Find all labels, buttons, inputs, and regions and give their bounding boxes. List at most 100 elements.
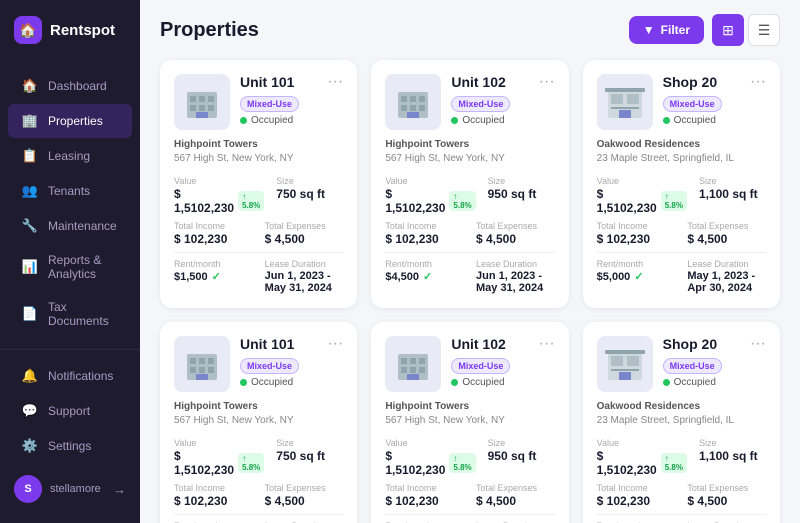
grid-view-button[interactable]: ⊞ (712, 14, 744, 46)
prop-name-row: Shop 20 Mixed-Use (663, 336, 740, 374)
card-more-button[interactable]: ··· (327, 336, 343, 352)
support-icon: 💬 (22, 403, 38, 419)
expenses-value: $ 4,500 (476, 494, 555, 508)
value-badge: ↑ 5.8% (238, 191, 264, 211)
size-value: 1,100 sq ft (699, 449, 766, 463)
income-stats-row: Total Income $ 102,230 Total Expenses $ … (174, 221, 343, 246)
lease-value: Jun 1, 2023 - May 31, 2024 (265, 270, 344, 294)
size-label: Size (488, 438, 555, 448)
stats-row: Value $ 1,5102,230 ↑ 5.8% Size 750 sq ft (174, 176, 343, 215)
card-more-button[interactable]: ··· (750, 74, 766, 90)
status-dot (451, 379, 458, 386)
size-value: 750 sq ft (276, 449, 343, 463)
filter-button[interactable]: ▼ Filter (629, 16, 704, 44)
income-stats-row: Total Income $ 102,230 Total Expenses $ … (174, 483, 343, 508)
reports-icon: 📊 (22, 259, 38, 275)
street-address: 23 Maple Street, Springfield, IL (597, 152, 766, 166)
rent-label: Rent/month (174, 259, 253, 269)
street-address: 567 High St, New York, NY (174, 414, 343, 428)
properties-icon: 🏢 (22, 113, 38, 129)
property-address: Highpoint Towers 567 High St, New York, … (385, 400, 554, 428)
property-status: Occupied (240, 115, 317, 126)
rent-check-icon: ✓ (634, 270, 643, 283)
income-label: Total Income (385, 221, 464, 231)
sidebar-label-support: Support (48, 404, 90, 418)
card-header: Unit 101 Mixed-Use Occupied ··· (174, 336, 343, 392)
logout-icon[interactable]: → (113, 482, 126, 497)
sidebar-item-notifications[interactable]: 🔔Notifications (8, 359, 132, 393)
income-value: $ 102,230 (174, 232, 253, 246)
income-stat: Total Income $ 102,230 (385, 221, 464, 246)
leasing-icon: 📋 (22, 148, 38, 164)
sidebar-item-dashboard[interactable]: 🏠Dashboard (8, 69, 132, 103)
card-header: Shop 20 Mixed-Use Occupied ··· (597, 74, 766, 130)
size-stat: Size 750 sq ft (276, 438, 343, 477)
sidebar-label-dashboard: Dashboard (48, 79, 107, 93)
sidebar-label-leasing: Leasing (48, 149, 90, 163)
card-more-button[interactable]: ··· (539, 74, 555, 90)
income-label: Total Income (174, 221, 253, 231)
property-card: Unit 102 Mixed-Use Occupied ··· Highpoin… (371, 60, 568, 308)
card-more-button[interactable]: ··· (750, 336, 766, 352)
value-badge: ↑ 5.8% (449, 453, 475, 473)
size-stat: Size 950 sq ft (488, 438, 555, 477)
sidebar-item-leasing[interactable]: 📋 Leasing (8, 139, 132, 173)
card-header: Unit 102 Mixed-Use Occupied ··· (385, 336, 554, 392)
stats-row: Value $ 1,5102,230 ↑ 5.8% Size 950 sq ft (385, 438, 554, 477)
sidebar: 🏠 Rentspot 🏠Dashboard🏢Properties📋Leasing… (0, 0, 140, 523)
property-status: Occupied (663, 115, 740, 126)
lease-item: Lease Duration May 1, 2023 - Apr 30, 202… (687, 259, 766, 294)
sidebar-label-tenants: Tenants (48, 184, 90, 198)
sidebar-item-settings[interactable]: ⚙️Settings (8, 429, 132, 463)
stats-row: Value $ 1,5102,230 ↑ 5.8% Size 1,100 sq … (597, 438, 766, 477)
list-view-button[interactable]: ☰ (748, 14, 780, 46)
value-stat: Value $ 1,5102,230 ↑ 5.8% (385, 176, 475, 215)
value-amount: $ 1,5102,230 ↑ 5.8% (174, 187, 264, 215)
lease-start: May 1, 2023 - (687, 270, 755, 282)
main-header: Properties ▼ Filter ⊞ ☰ (140, 0, 800, 56)
card-more-button[interactable]: ··· (327, 74, 343, 90)
view-toggle: ⊞ ☰ (712, 14, 780, 46)
status-text: Occupied (251, 115, 293, 126)
value-amount: $ 1,5102,230 ↑ 5.8% (385, 187, 475, 215)
property-info: Shop 20 Mixed-Use Occupied (663, 336, 740, 388)
property-status: Occupied (451, 377, 528, 388)
card-divider (174, 514, 343, 515)
expenses-stat: Total Expenses $ 4,500 (476, 221, 555, 246)
sidebar-label-tax: Tax Documents (48, 300, 118, 328)
income-value: $ 102,230 (174, 494, 253, 508)
status-text: Occupied (674, 115, 716, 126)
card-header: Shop 20 Mixed-Use Occupied ··· (597, 336, 766, 392)
sidebar-item-maintenance[interactable]: 🔧Maintenance (8, 209, 132, 243)
sidebar-item-properties[interactable]: 🏢Properties (8, 104, 132, 138)
sidebar-item-reports[interactable]: 📊Reports & Analytics (8, 244, 132, 290)
size-label: Size (699, 438, 766, 448)
property-image (597, 336, 653, 392)
income-stat: Total Income $ 102,230 (174, 221, 253, 246)
stats-row: Value $ 1,5102,230 ↑ 5.8% Size 950 sq ft (385, 176, 554, 215)
card-more-button[interactable]: ··· (539, 336, 555, 352)
rent-item: Rent/month $4,500 ✓ (385, 259, 464, 294)
bottom-row: Rent/month $5,000 ✓ Lease Duration May 1… (597, 259, 766, 294)
prop-name-row: Shop 20 Mixed-Use (663, 74, 740, 112)
expenses-value: $ 4,500 (687, 494, 766, 508)
rent-check-icon: ✓ (212, 270, 221, 283)
sidebar-item-tenants[interactable]: 👥 Tenants (8, 174, 132, 208)
logo-text: Rentspot (50, 22, 115, 39)
expenses-stat: Total Expenses $ 4,500 (265, 221, 344, 246)
sidebar-item-support[interactable]: 💬 Support (8, 394, 132, 428)
size-stat: Size 950 sq ft (488, 176, 555, 215)
cards-area: Unit 101 Mixed-Use Occupied ··· Highpoin… (140, 56, 800, 523)
street-address: 567 High St, New York, NY (385, 414, 554, 428)
value-amount: $ 1,5102,230 ↑ 5.8% (597, 449, 687, 477)
rent-item: Rent/month $5,000 ✓ (597, 259, 676, 294)
building-name: Highpoint Towers (174, 138, 343, 152)
sidebar-item-tax[interactable]: 📄Tax Documents (8, 291, 132, 337)
rent-item: Rent/month $1,500 ✓ (174, 259, 253, 294)
value-label: Value (174, 176, 264, 186)
property-address: Highpoint Towers 567 High St, New York, … (174, 400, 343, 428)
size-stat: Size 1,100 sq ft (699, 176, 766, 215)
building-name: Highpoint Towers (174, 400, 343, 414)
tenants-icon: 👥 (22, 183, 38, 199)
income-stat: Total Income $ 102,230 (385, 483, 464, 508)
